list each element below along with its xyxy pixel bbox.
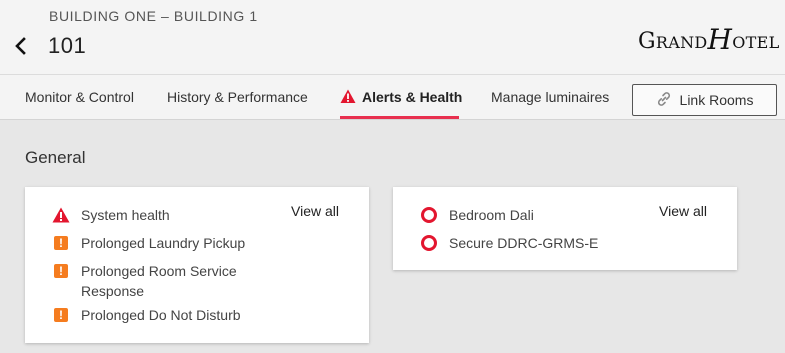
tab-monitor-control[interactable]: Monitor & Control: [25, 89, 134, 105]
alert-label: Prolonged Laundry Pickup: [81, 235, 246, 251]
exclamation-square-icon: !: [52, 306, 70, 324]
grand-hotel-logo: GRANDHOTEL: [638, 23, 780, 56]
section-title: General: [25, 148, 86, 167]
devices-card: View all Bedroom Dali Secure DDRC-GRMS-E: [393, 187, 737, 270]
link-rooms-label: Link Rooms: [679, 92, 754, 108]
link-icon: [656, 91, 672, 110]
view-all-alerts-link[interactable]: View all: [291, 203, 339, 219]
alert-label: Prolonged Do Not Disturb: [81, 307, 241, 323]
header: BUILDING ONE – BUILDING 1 101 GRANDHOTEL: [0, 0, 785, 74]
exclamation-square-icon: !: [52, 234, 70, 252]
link-rooms-button[interactable]: Link Rooms: [632, 84, 777, 116]
view-all-devices-link[interactable]: View all: [659, 203, 707, 219]
breadcrumb: BUILDING ONE – BUILDING 1: [49, 8, 258, 24]
tab-bar: Monitor & Control History & Performance …: [0, 74, 785, 120]
alert-label: Prolonged Room Service Response: [81, 263, 237, 299]
warning-triangle-icon: [52, 206, 70, 224]
list-item[interactable]: ! Prolonged Do Not Disturb: [52, 305, 271, 325]
warning-triangle-icon: [340, 89, 356, 107]
tab-history-performance[interactable]: History & Performance: [167, 89, 308, 105]
active-tab-indicator: [340, 116, 459, 119]
tab-alerts-health-label: Alerts & Health: [362, 89, 463, 105]
back-arrow-icon[interactable]: [11, 35, 31, 57]
tab-manage-luminaires[interactable]: Manage luminaires: [491, 89, 609, 105]
page-title: 101: [48, 33, 87, 58]
device-label: Secure DDRC-GRMS-E: [449, 235, 599, 251]
list-item[interactable]: ! Prolonged Room Service Response: [52, 261, 251, 301]
alert-label: System health: [81, 207, 170, 223]
ring-icon: [420, 206, 438, 224]
alerts-card: View all System health ! Prolonged Laund…: [25, 187, 369, 343]
list-item[interactable]: ! Prolonged Laundry Pickup: [52, 233, 271, 253]
list-item[interactable]: Secure DDRC-GRMS-E: [420, 233, 639, 253]
ring-icon: [420, 234, 438, 252]
device-label: Bedroom Dali: [449, 207, 534, 223]
exclamation-square-icon: !: [52, 262, 70, 280]
list-item[interactable]: System health: [52, 205, 271, 225]
list-item[interactable]: Bedroom Dali: [420, 205, 639, 225]
tab-alerts-health[interactable]: Alerts & Health: [340, 89, 462, 107]
